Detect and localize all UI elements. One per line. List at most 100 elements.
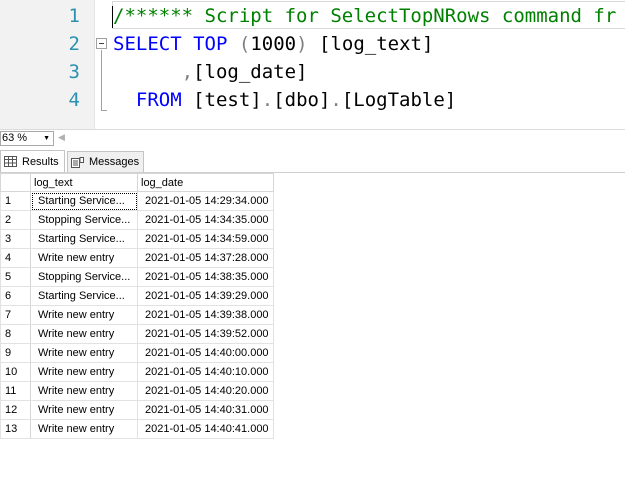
gutter-separator xyxy=(94,0,95,129)
zoom-select[interactable]: 63 % ▼ xyxy=(0,131,54,146)
log-date-cell[interactable]: 2021-01-05 14:38:35.000 xyxy=(137,267,274,287)
row-number-cell[interactable]: 4 xyxy=(0,248,31,268)
row-number-header[interactable] xyxy=(0,173,31,192)
log-date-cell[interactable]: 2021-01-05 14:29:34.000 xyxy=(137,191,274,211)
row-number-cell[interactable]: 13 xyxy=(0,419,31,439)
row-number-cell[interactable]: 8 xyxy=(0,324,31,344)
table-row[interactable]: 2 Stopping Service... 2021-01-05 14:34:35.… xyxy=(0,210,274,230)
log-text-cell[interactable]: Write new entry xyxy=(30,305,138,325)
paren-close: ) xyxy=(296,33,308,55)
log-date-cell[interactable]: 2021-01-05 14:40:41.000 xyxy=(137,419,274,439)
database-name: [test] xyxy=(193,89,262,111)
log-date-cell[interactable]: 2021-01-05 14:39:29.000 xyxy=(137,286,274,306)
query-editor[interactable]: 1 2 3 4 /****** Script for SelectTopNRow… xyxy=(0,0,625,129)
log-text-cell[interactable]: Write new entry xyxy=(30,324,138,344)
results-grid[interactable]: log_text log_date 1 Starting Service... 20… xyxy=(0,173,274,439)
table-row[interactable]: 5 Stopping Service... 2021-01-05 14:38:35.… xyxy=(0,267,274,287)
outline-guide xyxy=(101,50,102,110)
code-line-1[interactable]: /****** Script for SelectTopNRows comman… xyxy=(113,2,616,30)
table-row[interactable]: 4 Write new entry 2021-01-05 14:37:28.000 xyxy=(0,248,274,268)
messages-icon xyxy=(71,156,84,168)
dot: . xyxy=(261,89,274,111)
log-date-cell[interactable]: 2021-01-05 14:34:35.000 xyxy=(137,210,274,230)
comma: , xyxy=(181,61,194,83)
row-number-cell[interactable]: 12 xyxy=(0,400,31,420)
log-date-cell[interactable]: 2021-01-05 14:39:38.000 xyxy=(137,305,274,325)
row-number-cell[interactable]: 11 xyxy=(0,381,31,401)
log-date-cell[interactable]: 2021-01-05 14:34:59.000 xyxy=(137,229,274,249)
tab-messages-label: Messages xyxy=(89,156,140,168)
outline-guide-end xyxy=(101,110,107,111)
tab-results[interactable]: Results xyxy=(0,150,65,172)
log-date-cell[interactable]: 2021-01-05 14:39:52.000 xyxy=(137,324,274,344)
log-date-cell[interactable]: 2021-01-05 14:37:28.000 xyxy=(137,248,274,268)
code-line-4[interactable]: FROM [test].[dbo].[LogTable] xyxy=(113,86,456,114)
table-row[interactable]: 9 Write new entry 2021-01-05 14:40:00.000 xyxy=(0,343,274,363)
log-text-cell[interactable]: Write new entry xyxy=(30,362,138,382)
results-tabbar: Results Messages xyxy=(0,148,625,173)
line-number: 3 xyxy=(68,61,80,83)
keyword-select: SELECT xyxy=(113,33,182,55)
log-date-cell[interactable]: 2021-01-05 14:40:20.000 xyxy=(137,381,274,401)
row-number-cell[interactable]: 7 xyxy=(0,305,31,325)
line-number-gutter: 1 2 3 4 xyxy=(0,0,94,129)
log-text-cell[interactable]: Write new entry xyxy=(30,419,138,439)
dot: . xyxy=(330,89,342,111)
column-header-log-date[interactable]: log_date xyxy=(137,173,274,192)
top-number: 1000 xyxy=(250,33,297,55)
column-log-text: [log_text] xyxy=(319,33,434,55)
sql-comment: /****** Script for SelectTopNRows comman… xyxy=(113,5,617,27)
zoom-value: 63 % xyxy=(2,132,28,144)
log-text-cell[interactable]: Write new entry xyxy=(30,343,138,363)
horizontal-scrollbar[interactable] xyxy=(70,130,625,147)
log-text-cell[interactable]: Starting Service... xyxy=(30,229,138,249)
collapse-minus-icon[interactable] xyxy=(96,38,107,49)
log-text-cell[interactable]: Write new entry xyxy=(30,248,138,268)
schema-name: [dbo] xyxy=(273,89,331,111)
tab-results-label: Results xyxy=(22,155,59,168)
log-text-cell[interactable]: Starting Service... xyxy=(30,286,138,306)
line-number: 2 xyxy=(68,33,80,55)
code-line-3[interactable]: ,[log_date] xyxy=(113,58,308,86)
row-number-cell[interactable]: 9 xyxy=(0,343,31,363)
table-row[interactable]: 8 Write new entry 2021-01-05 14:39:52.000 xyxy=(0,324,274,344)
row-number-cell[interactable]: 6 xyxy=(0,286,31,306)
row-number-cell[interactable]: 2 xyxy=(0,210,31,230)
log-text-cell[interactable]: Stopping Service... xyxy=(30,267,138,287)
line-number: 4 xyxy=(68,89,80,111)
line-number: 1 xyxy=(68,5,80,27)
log-text-cell[interactable]: Stopping Service... xyxy=(30,210,138,230)
grid-icon xyxy=(4,156,17,167)
keyword-top: TOP xyxy=(193,33,228,55)
scroll-left-icon[interactable]: ◀ xyxy=(58,132,65,143)
grid-header-row: log_text log_date xyxy=(0,173,274,192)
keyword-from: FROM xyxy=(135,89,182,111)
text-caret xyxy=(112,6,113,28)
table-name: [LogTable] xyxy=(341,89,457,111)
log-date-cell[interactable]: 2021-01-05 14:40:31.000 xyxy=(137,400,274,420)
column-header-log-text[interactable]: log_text xyxy=(30,173,138,192)
code-line-2[interactable]: SELECT TOP (1000) [log_text] xyxy=(113,30,433,58)
tab-messages[interactable]: Messages xyxy=(67,151,144,172)
editor-status-bar: 63 % ▼ ◀ xyxy=(0,129,625,148)
table-row[interactable]: 13 Write new entry 2021-01-05 14:40:41.000 xyxy=(0,419,274,439)
table-row[interactable]: 10 Write new entry 2021-01-05 14:40:10.000 xyxy=(0,362,274,382)
table-row[interactable]: 11 Write new entry 2021-01-05 14:40:20.000 xyxy=(0,381,274,401)
table-row[interactable]: 6 Starting Service... 2021-01-05 14:39:29.… xyxy=(0,286,274,306)
column-log-date: [log_date] xyxy=(193,61,308,83)
log-text-cell[interactable]: Write new entry xyxy=(30,400,138,420)
table-row[interactable]: 7 Write new entry 2021-01-05 14:39:38.000 xyxy=(0,305,274,325)
table-row[interactable]: 1 Starting Service... 2021-01-05 14:29:34.… xyxy=(0,191,274,211)
row-number-cell[interactable]: 10 xyxy=(0,362,31,382)
log-date-cell[interactable]: 2021-01-05 14:40:00.000 xyxy=(137,343,274,363)
row-number-cell[interactable]: 1 xyxy=(0,191,31,211)
paren-open: ( xyxy=(238,33,251,55)
log-text-cell[interactable]: Write new entry xyxy=(30,381,138,401)
log-date-cell[interactable]: 2021-01-05 14:40:10.000 xyxy=(137,362,274,382)
row-number-cell[interactable]: 3 xyxy=(0,229,31,249)
table-row[interactable]: 3 Starting Service... 2021-01-05 14:34:59.… xyxy=(0,229,274,249)
row-number-cell[interactable]: 5 xyxy=(0,267,31,287)
log-text-cell[interactable]: Starting Service... xyxy=(30,191,138,211)
chevron-down-icon[interactable]: ▼ xyxy=(43,132,50,145)
table-row[interactable]: 12 Write new entry 2021-01-05 14:40:31.000 xyxy=(0,400,274,420)
